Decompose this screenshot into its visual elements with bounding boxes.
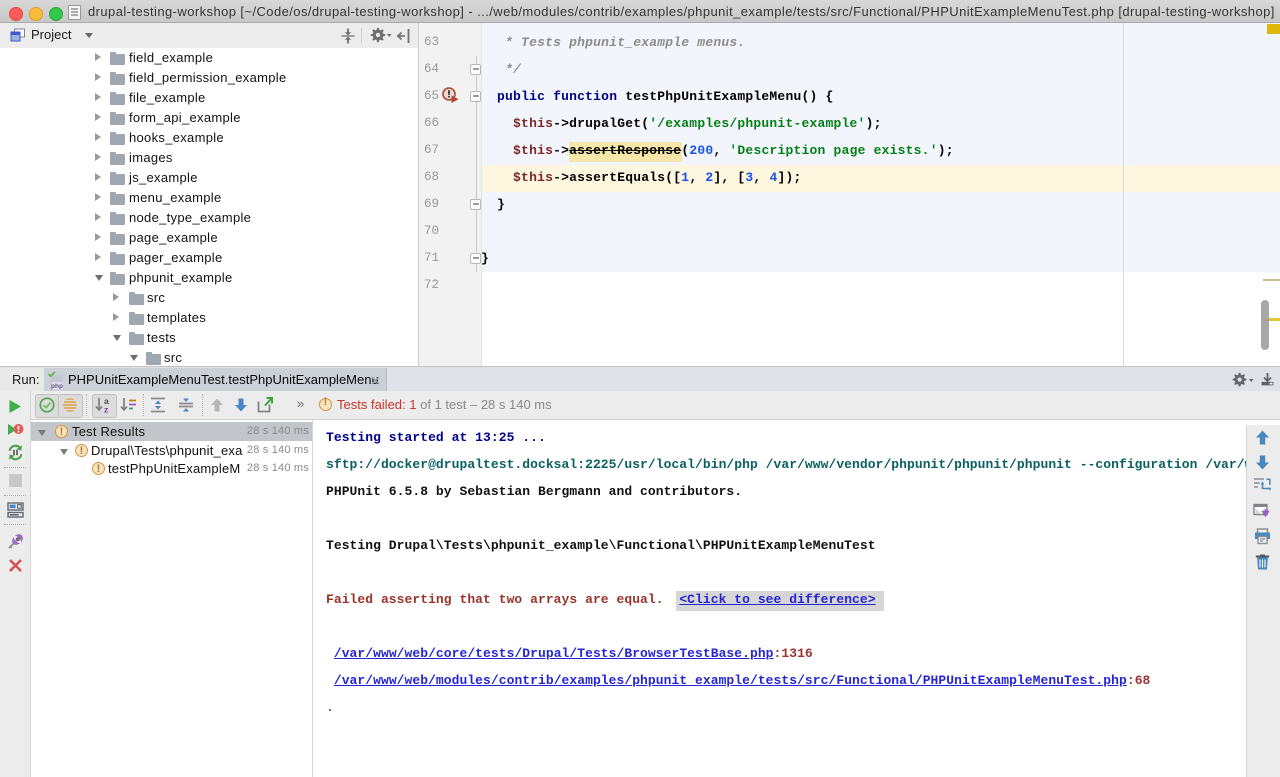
svg-text:z: z [104, 405, 108, 414]
svg-text:php: php [51, 383, 63, 390]
